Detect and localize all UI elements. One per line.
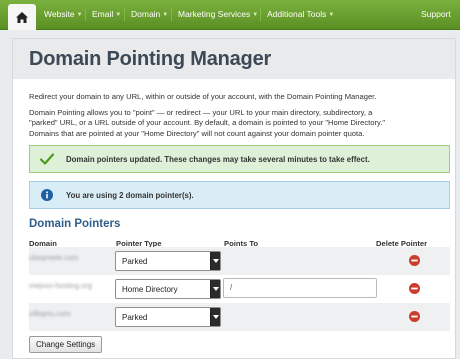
info-alert: You are using 2 domain pointer(s). [29, 181, 450, 209]
nav-divider [260, 7, 261, 21]
checkmark-icon [40, 152, 54, 166]
domain-name: cbsqmiele.com [29, 253, 79, 262]
nav-divider [124, 7, 125, 21]
table-row: cbsqmiele.com Parked [29, 247, 450, 275]
chevron-down-icon: ▼ [115, 12, 122, 18]
main-panel: Domain Pointing Manager Redirect your do… [12, 38, 456, 359]
explanation-line: "parked" URL, or a URL outside of your a… [29, 118, 386, 128]
nav-divider [85, 7, 86, 21]
domain-name: mejovo-hosting.org [29, 281, 92, 290]
pointer-type-select[interactable]: Parked [115, 251, 221, 271]
delete-icon[interactable] [409, 283, 420, 294]
nav-domain-label: Domain [131, 9, 161, 19]
nav-website[interactable]: Website ▼ [44, 9, 83, 19]
nav-additional-tools-label: Additional Tools [267, 9, 327, 19]
nav-email[interactable]: Email ▼ [92, 9, 121, 19]
success-message: Domain pointers updated. These changes m… [66, 154, 370, 164]
info-message: You are using 2 domain pointer(s). [66, 190, 194, 200]
chevron-down-icon: ▼ [252, 12, 259, 18]
nav-domain[interactable]: Domain ▼ [131, 9, 168, 19]
section-title: Domain Pointers [29, 218, 121, 230]
chevron-down-icon: ▼ [76, 12, 83, 18]
chevron-down-icon: ▼ [162, 12, 169, 18]
pointer-type-select[interactable]: Home Directory [115, 279, 221, 299]
change-settings-button[interactable]: Change Settings [29, 336, 103, 353]
pointer-type-value: Home Directory [122, 284, 178, 294]
pointer-type-value: Parked [122, 256, 148, 266]
home-icon [16, 11, 28, 23]
delete-icon[interactable] [409, 255, 420, 266]
nav-additional-tools[interactable]: Additional Tools ▼ [267, 9, 334, 19]
info-icon [40, 188, 54, 202]
table-row: mejovo-hosting.org Home Directory / [29, 275, 450, 303]
points-to-input[interactable]: / [223, 278, 377, 298]
pointer-type-select[interactable]: Parked [115, 307, 221, 327]
dropdown-arrow-icon [210, 280, 220, 298]
nav-divider [171, 7, 172, 21]
nav-marketing-services-label: Marketing Services [178, 9, 251, 19]
home-button[interactable] [8, 4, 36, 30]
title-band: Domain Pointing Manager [13, 39, 455, 79]
explanation-line: Domains that are pointed at your "Home D… [29, 128, 365, 138]
dropdown-arrow-icon [210, 308, 220, 326]
chevron-down-icon: ▼ [328, 12, 335, 18]
table-row: vilbqmu.com Parked [29, 303, 450, 331]
domain-name: vilbqmu.com [29, 309, 71, 318]
nav-email-label: Email [92, 9, 114, 19]
explanation-text: Domain Pointing allows you to "point" — … [29, 108, 449, 139]
top-nav: Website ▼ Email ▼ Domain ▼ Marketing Servic… [0, 0, 460, 30]
delete-icon[interactable] [409, 311, 420, 322]
intro-text: Redirect your domain to any URL, within … [29, 92, 377, 101]
dropdown-arrow-icon [210, 252, 220, 270]
pointer-type-value: Parked [122, 312, 148, 322]
nav-support[interactable]: Support [421, 9, 451, 19]
nav-marketing-services[interactable]: Marketing Services ▼ [178, 9, 258, 19]
success-alert: Domain pointers updated. These changes m… [29, 145, 450, 173]
page-title: Domain Pointing Manager [29, 48, 272, 70]
explanation-line: Domain Pointing allows you to "point" — … [29, 108, 373, 117]
nav-website-label: Website [44, 9, 75, 19]
